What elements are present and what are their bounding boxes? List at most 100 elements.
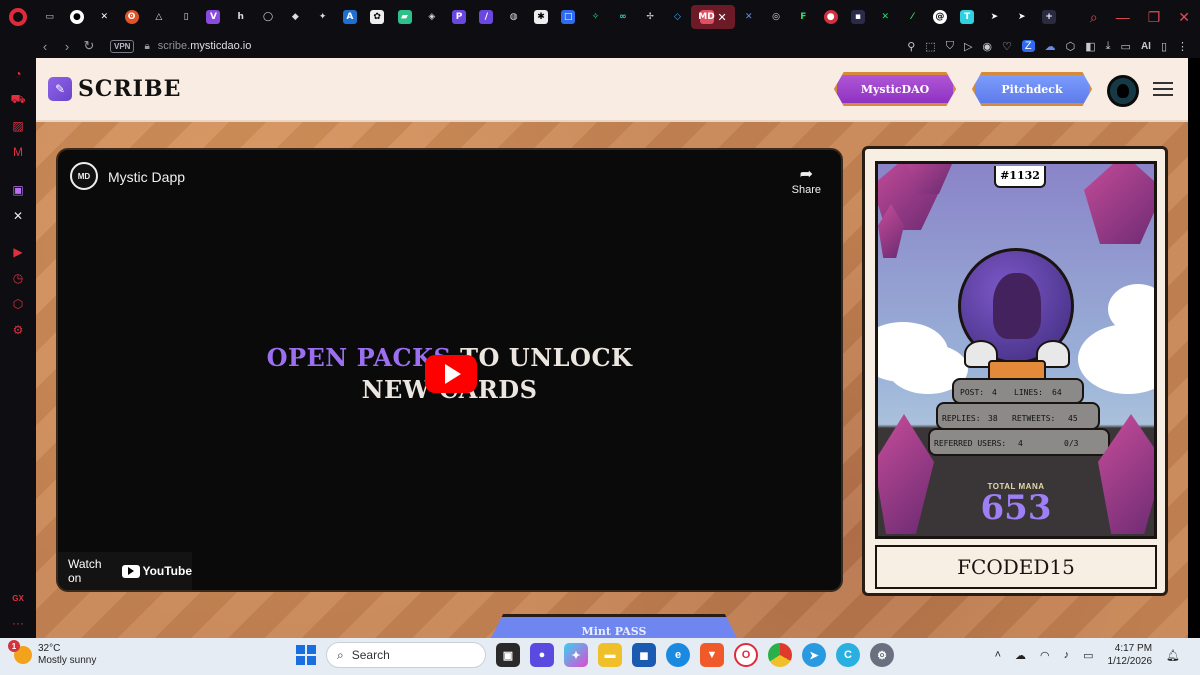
tab-x[interactable]: ✕ (91, 0, 118, 34)
chevron-up-icon[interactable]: ˄ (995, 649, 1001, 661)
back-icon[interactable]: ‹ (34, 39, 56, 54)
download-icon[interactable]: ⤓ (1106, 40, 1111, 53)
volume-icon[interactable]: ♪ (1064, 649, 1070, 661)
tab-p[interactable]: P (445, 0, 472, 34)
snapshot-icon[interactable]: ⬚ (925, 40, 935, 53)
close-window-icon[interactable]: ✕ (1178, 9, 1190, 26)
share-button[interactable]: ➦ Share (792, 164, 821, 196)
hot-tabs-icon[interactable]: ▨ (8, 116, 28, 136)
tab-cyan[interactable]: T (954, 0, 981, 34)
opera-icon[interactable]: O (734, 643, 758, 667)
tab-gamepad[interactable]: ▭ (36, 0, 63, 34)
music-icon[interactable]: M (8, 142, 28, 162)
reload-icon[interactable]: ↻ (78, 38, 100, 54)
tab-line[interactable]: ⁄ (899, 0, 926, 34)
minimize-icon[interactable]: — (1116, 9, 1130, 25)
tab-ace[interactable]: A (336, 0, 363, 34)
pin-icon[interactable]: ⚲ (907, 40, 915, 53)
tab-diamond[interactable]: ◆ (282, 0, 309, 34)
tab-mysticdao[interactable]: MD ✕ (691, 5, 736, 29)
tab-star[interactable]: ✱ (527, 0, 554, 34)
tab-v[interactable]: V (200, 0, 227, 34)
maximize-icon[interactable]: ❐ (1148, 9, 1161, 26)
edge-icon[interactable]: e (666, 643, 690, 667)
search-tabs-icon[interactable]: ⌕ (1090, 9, 1098, 26)
gx-logo-icon[interactable]: GX (12, 594, 24, 603)
start-button-icon[interactable] (296, 645, 316, 665)
chrome-icon[interactable] (768, 643, 792, 667)
store-icon[interactable]: ◼ (632, 643, 656, 667)
twitch-icon[interactable]: ▣ (8, 180, 28, 200)
hamburger-menu-icon[interactable] (1153, 82, 1173, 96)
lock-icon[interactable]: 🔒︎ (144, 41, 149, 52)
tab-f[interactable]: F (790, 0, 817, 34)
tab-q[interactable]: ◯ (254, 0, 281, 34)
tab-github[interactable]: ● (63, 0, 90, 34)
player-icon[interactable]: ▶ (8, 242, 28, 262)
heart-icon[interactable]: ♡ (1002, 40, 1012, 53)
tab-send2[interactable]: ➤ (1008, 0, 1035, 34)
tab-slash[interactable]: / (473, 0, 500, 34)
tab-doc[interactable]: ▯ (172, 0, 199, 34)
extension-cloud-icon[interactable]: ☁ (1045, 40, 1056, 53)
settings-icon[interactable]: ⚙ (8, 320, 28, 340)
video-title[interactable]: Mystic Dapp (108, 169, 185, 185)
speed-dial-icon[interactable]: ◔ (8, 64, 28, 84)
telegram-icon[interactable]: ➤ (802, 643, 826, 667)
gx-control-icon[interactable]: ⛟ (8, 90, 28, 110)
tab-cross[interactable]: ✕ (735, 0, 762, 34)
tab-x2[interactable]: ✕ (872, 0, 899, 34)
avatar[interactable] (1107, 75, 1139, 107)
channel-avatar[interactable]: MD (70, 162, 98, 190)
tab-dark[interactable]: ▪ (844, 0, 871, 34)
eye-icon[interactable]: ◉ (982, 40, 992, 53)
youtube-embed[interactable]: MD Mystic Dapp ➦ Share OPEN PACKS TO UNL… (56, 148, 843, 592)
shield-icon[interactable]: ⛉ (946, 40, 954, 53)
tab-infinity[interactable]: ∞ (609, 0, 636, 34)
url-field[interactable]: scribe.mysticdao.io (158, 40, 252, 52)
file-explorer-icon[interactable]: ▬ (598, 643, 622, 667)
app-c-icon[interactable]: C (836, 643, 860, 667)
extension-z-icon[interactable]: Z (1021, 40, 1035, 52)
cube-icon[interactable]: ◧ (1085, 40, 1095, 53)
wallet-icon[interactable]: ▯ (1161, 40, 1167, 53)
tab-plus[interactable]: ✢ (637, 0, 664, 34)
tab-red[interactable]: ● (817, 0, 844, 34)
copilot-icon[interactable]: ✦ (564, 643, 588, 667)
mana-card[interactable]: POST: 4 LINES: 64 REPLIES: 38 RETWEETS: … (862, 146, 1168, 596)
tab-binance[interactable]: ◇ (664, 0, 691, 34)
battery-tray-icon[interactable]: ▭ (1083, 649, 1093, 662)
tab-circle[interactable]: ◎ (762, 0, 789, 34)
watch-on-youtube-button[interactable]: Watch on YouTube (58, 552, 192, 590)
tab-leaf[interactable]: ✧ (582, 0, 609, 34)
clock[interactable]: 4:17 PM 1/12/2026 (1108, 642, 1153, 668)
tab-send[interactable]: ➤ (981, 0, 1008, 34)
play-icon[interactable]: ▷ (964, 40, 972, 53)
tab-diamond2[interactable]: ◈ (418, 0, 445, 34)
extensions-icon[interactable]: ⬡ (1066, 40, 1076, 53)
opera-logo-icon[interactable] (0, 0, 36, 34)
menu-icon[interactable]: ⋮ (1177, 40, 1188, 53)
tab-spark[interactable]: ✦ (309, 0, 336, 34)
chat-icon[interactable]: ● (530, 643, 554, 667)
notification-bell-icon[interactable]: 🔔︎ (1166, 649, 1180, 662)
tab-green[interactable]: ▰ (391, 0, 418, 34)
extensions-sidebar-icon[interactable]: ⬡ (8, 294, 28, 314)
vpn-badge[interactable]: VPN (110, 39, 135, 53)
history-icon[interactable]: ◷ (8, 268, 28, 288)
forward-icon[interactable]: › (56, 39, 78, 54)
taskbar-search[interactable]: ⌕ Search (326, 642, 486, 668)
mint-pass-button[interactable]: Mint PASS (488, 614, 740, 638)
tab-globe[interactable]: ◍ (500, 0, 527, 34)
play-button[interactable] (425, 355, 477, 393)
tab-spiral[interactable]: @ (926, 0, 953, 34)
x-icon[interactable]: ✕ (8, 206, 28, 226)
battery-icon[interactable]: ▭ (1121, 40, 1131, 53)
mysticdao-button[interactable]: MysticDAO (834, 72, 956, 106)
pitchdeck-button[interactable]: Pitchdeck (972, 72, 1092, 106)
tab-h[interactable]: h (227, 0, 254, 34)
task-view-icon[interactable]: ▣ (496, 643, 520, 667)
ai-button[interactable]: AI (1141, 41, 1151, 52)
settings-app-icon[interactable]: ⚙ (870, 643, 894, 667)
close-tab-icon[interactable]: ✕ (718, 11, 727, 24)
